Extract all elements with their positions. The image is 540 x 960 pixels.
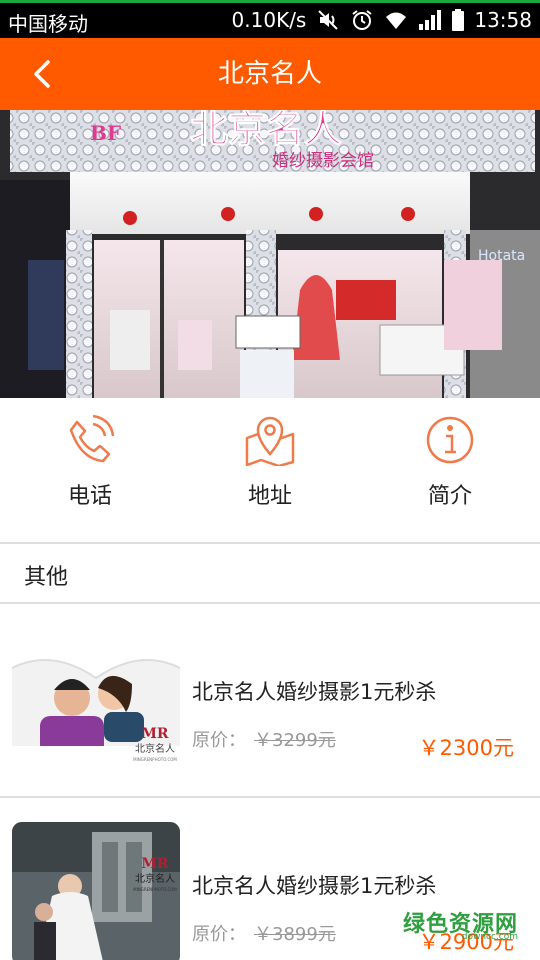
product-thumbnail: MR 北京名人 MINGRENPHOTO.COM [12, 628, 180, 772]
thumb-url: MINGRENPHOTO.COM [133, 887, 177, 892]
clock: 13:58 [474, 8, 532, 32]
storefront-illustration: Hotata BF 北京名人 婚纱摄影会馆 [0, 110, 540, 398]
action-row: 电话 地址 简介 [0, 398, 540, 542]
thumb-logo: MR [141, 726, 168, 742]
section-title: 其他 [24, 565, 69, 590]
address-label: 地址 [247, 484, 292, 509]
thumb-brand: 北京名人 [135, 872, 175, 885]
phone-action[interactable]: 电话 [0, 398, 180, 542]
section-header: 其他 [0, 544, 540, 602]
original-price-label: 原价： [192, 730, 246, 751]
watermark: 绿色资源网 downcc.com [400, 906, 518, 946]
product-thumbnail: MR 北京名人 MINGRENPHOTO.COM [12, 822, 180, 960]
signal-icon [419, 10, 442, 30]
watermark-url: downcc.com [461, 932, 518, 942]
thumb-url: MINGRENPHOTO.COM [133, 757, 177, 762]
network-speed: 0.10K/s [231, 8, 307, 32]
sign-title: 北京名人 [190, 110, 342, 151]
product-name: 北京名人婚纱摄影1元秒杀 [192, 874, 437, 898]
product-item[interactable]: MR 北京名人 MINGRENPHOTO.COM 北京名人婚纱摄影1元秒杀 原价… [0, 604, 540, 796]
intro-action[interactable]: 简介 [360, 398, 540, 542]
sign-subtitle: 婚纱摄影会馆 [272, 151, 374, 171]
thumb-logo: MR [141, 856, 168, 872]
info-icon [426, 416, 474, 464]
phone-label: 电话 [67, 484, 112, 509]
sign-logo: BF [90, 121, 121, 145]
status-bar: 中国移动 0.10K/s 13:58 [0, 0, 540, 38]
product-name: 北京名人婚纱摄影1元秒杀 [192, 680, 437, 704]
battery-icon [452, 9, 465, 31]
map-pin-icon [245, 416, 295, 466]
carrier-label: 中国移动 [8, 12, 88, 36]
address-action[interactable]: 地址 [180, 398, 360, 542]
original-price-label: 原价： [192, 924, 246, 945]
page-title: 北京名人 [217, 59, 322, 89]
thumb-brand: 北京名人 [135, 742, 175, 755]
mute-icon [318, 10, 339, 30]
status-accent-line [0, 0, 540, 3]
original-price: ￥3899元 [254, 924, 336, 945]
wifi-icon [386, 12, 407, 29]
status-right: 0.10K/s 13:58 [232, 7, 532, 33]
phone-icon [69, 414, 115, 463]
app-header: 北京名人 [0, 38, 540, 110]
original-price: ￥3299元 [254, 730, 336, 751]
sale-price: ￥2300元 [418, 736, 514, 760]
alarm-icon [352, 10, 372, 30]
intro-label: 简介 [427, 484, 472, 509]
storefront-photo: Hotata BF 北京名人 婚纱摄影会馆 [0, 110, 540, 398]
